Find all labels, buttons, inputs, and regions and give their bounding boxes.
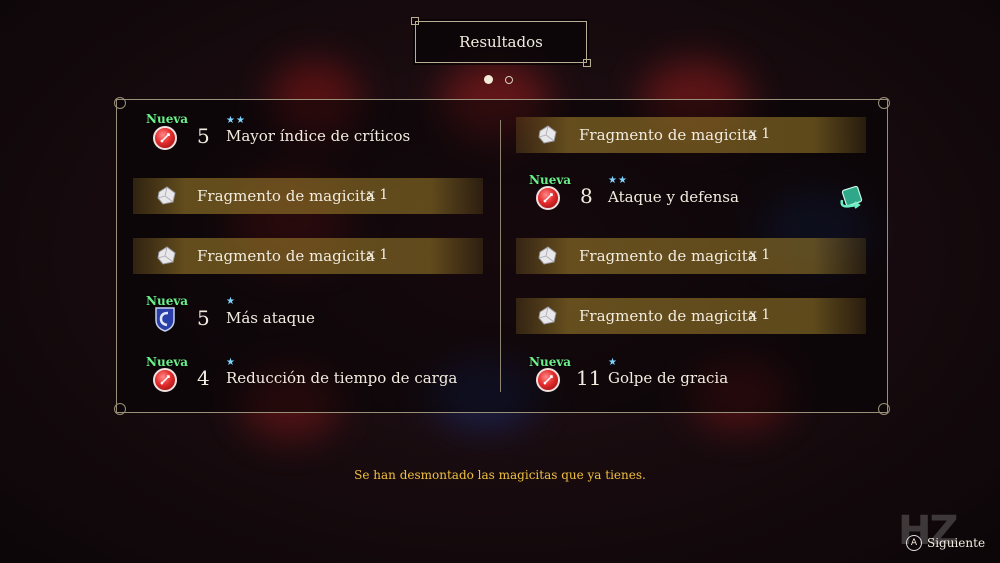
materia-name: Mayor índice de críticos (226, 127, 411, 145)
crystal-fragment-icon (536, 244, 560, 272)
crystal-fragment-icon (155, 184, 179, 212)
fragment-quantity: x 1 (367, 247, 389, 263)
fragment-quantity: x 1 (367, 187, 389, 203)
red-materia-icon (153, 368, 177, 392)
next-button[interactable]: A Siguiente (906, 535, 985, 551)
fragment-row[interactable]: Fragmento de magicita x 1 (516, 238, 866, 274)
materia-level: 11 (576, 366, 602, 390)
column-divider (500, 120, 501, 392)
next-button-label: Siguiente (927, 536, 986, 550)
corner-ornament (114, 97, 126, 109)
fragment-name: Fragmento de magicita (579, 126, 757, 144)
crystal-fragment-icon (155, 244, 179, 272)
crystal-fragment-icon (536, 304, 560, 332)
new-badge: Nueva (529, 355, 572, 369)
new-badge: Nueva (146, 112, 189, 126)
corner-ornament (878, 97, 890, 109)
materia-name: Reducción de tiempo de carga (226, 369, 458, 387)
materia-level: 8 (580, 184, 593, 208)
corner-ornament (878, 403, 890, 415)
star-rating: ★ (608, 357, 618, 368)
red-materia-icon (153, 126, 177, 150)
fragment-name: Fragmento de magicita (579, 247, 757, 265)
fragment-name: Fragmento de magicita (197, 247, 375, 265)
fragment-row[interactable]: Fragmento de magicita x 1 (516, 117, 866, 153)
fragment-quantity: x 1 (749, 247, 771, 263)
page-title: Resultados (459, 33, 543, 51)
crystal-fragment-icon (536, 123, 560, 151)
page-indicator (484, 75, 513, 84)
page-dot-active (484, 75, 493, 84)
star-rating: ★ (226, 357, 236, 368)
equipped-swap-icon (838, 184, 866, 214)
red-materia-icon (536, 368, 560, 392)
new-badge: Nueva (529, 173, 572, 187)
blue-shield-materia-icon (154, 306, 176, 332)
fragment-row[interactable]: Fragmento de magicita x 1 (133, 178, 483, 214)
materia-name: Golpe de gracia (608, 369, 729, 387)
fragment-row[interactable]: Fragmento de magicita x 1 (133, 238, 483, 274)
materia-name: Ataque y defensa (608, 188, 739, 206)
fragment-quantity: x 1 (749, 126, 771, 142)
star-rating: ★★ (608, 175, 628, 186)
red-materia-icon (536, 186, 560, 210)
materia-name: Más ataque (226, 309, 315, 327)
materia-level: 5 (197, 306, 210, 330)
fragment-row[interactable]: Fragmento de magicita x 1 (516, 298, 866, 334)
star-rating: ★ (226, 296, 236, 307)
results-title: Resultados (411, 17, 591, 67)
new-badge: Nueva (146, 355, 189, 369)
fragment-name: Fragmento de magicita (579, 307, 757, 325)
a-button-icon: A (906, 535, 922, 551)
materia-level: 5 (197, 124, 210, 148)
fragment-quantity: x 1 (749, 307, 771, 323)
disassembly-message: Se han desmontado las magicitas que ya t… (354, 468, 646, 482)
materia-level: 4 (197, 366, 210, 390)
page-dot-inactive (505, 75, 513, 84)
corner-ornament (114, 403, 126, 415)
star-rating: ★★ (226, 115, 246, 126)
fragment-name: Fragmento de magicita (197, 187, 375, 205)
